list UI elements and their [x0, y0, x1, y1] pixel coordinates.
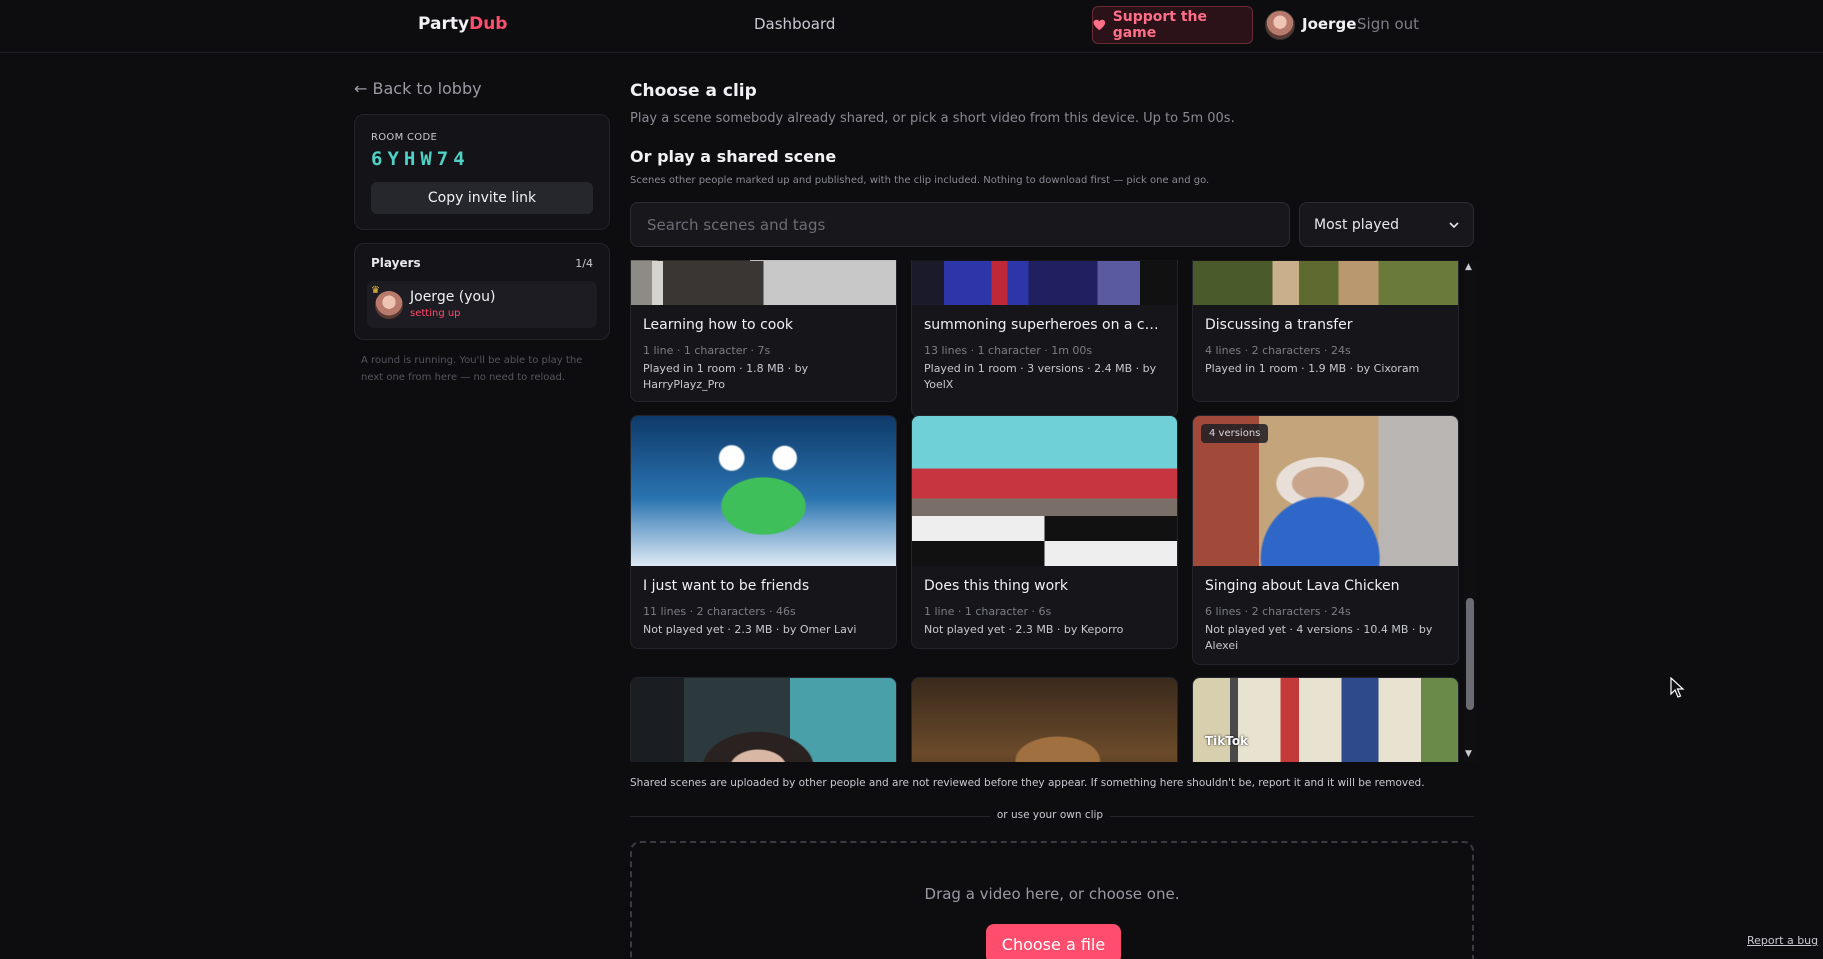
scene-title: Discussing a transfer — [1205, 317, 1353, 333]
scene-card[interactable]: Does this thing work 1 line · 1 characte… — [911, 415, 1178, 649]
scene-stats: Played in 1 room · 3 versions · 2.4 MB ·… — [924, 362, 1157, 391]
scene-card[interactable]: 4 versions Singing about Lava Chicken 6 … — [1192, 415, 1459, 665]
player-status: setting up — [410, 308, 461, 319]
player-row: ♛ Joerge (you) setting up — [367, 281, 597, 328]
sort-selected-value: Most played — [1314, 216, 1400, 233]
scroll-up-icon[interactable]: ▲ — [1465, 262, 1472, 272]
brand-name: Party — [418, 14, 470, 34]
shared-scenes-subtitle: Scenes other people marked up and publis… — [630, 175, 1210, 186]
scene-stats: Not played yet · 4 versions · 10.4 MB · … — [1205, 623, 1433, 652]
scene-title: Learning how to cook — [643, 317, 794, 333]
scene-card[interactable] — [630, 677, 897, 762]
scene-thumbnail — [912, 678, 1177, 762]
support-button[interactable]: Support the game — [1092, 6, 1253, 44]
scrollbar-thumb[interactable] — [1466, 598, 1474, 710]
scene-thumbnail — [631, 261, 896, 305]
brand-logo[interactable]: PartyDub — [418, 14, 507, 34]
scene-thumbnail — [631, 678, 896, 762]
scene-stats: Not played yet · 2.3 MB · by Omer Lavi — [643, 623, 857, 636]
dropzone-text: Drag a video here, or choose one. — [924, 885, 1180, 903]
back-to-lobby-link[interactable]: ← Back to lobby — [354, 79, 482, 98]
scene-meta: 1 line · 1 character · 6s — [924, 605, 1052, 618]
user-avatar[interactable] — [1265, 10, 1295, 40]
scene-meta: 6 lines · 2 characters · 24s — [1205, 605, 1351, 618]
scene-thumbnail — [912, 416, 1177, 566]
page-subtitle: Play a scene somebody already shared, or… — [630, 111, 1235, 126]
scene-stats: Not played yet · 2.3 MB · by Keporro — [924, 623, 1124, 636]
scene-stats: Played in 1 room · 1.9 MB · by Cixoram — [1205, 362, 1420, 375]
report-bug-link[interactable]: Report a bug — [1747, 934, 1818, 947]
scroll-down-icon[interactable]: ▼ — [1465, 749, 1472, 759]
chevron-down-icon — [1449, 221, 1459, 228]
brand-name-accent: Dub — [469, 14, 508, 34]
username: Joerge — [1302, 15, 1357, 33]
sign-out-link[interactable]: Sign out — [1357, 15, 1419, 33]
room-code-label: ROOM CODE — [371, 132, 438, 143]
scene-thumbnail — [631, 416, 896, 566]
scene-meta: 4 lines · 2 characters · 24s — [1205, 344, 1351, 357]
search-input[interactable] — [630, 202, 1290, 247]
round-note: A round is running. You'll be able to pl… — [361, 355, 583, 383]
tiktok-watermark: TikTok — [1205, 734, 1249, 748]
heart-icon — [1093, 19, 1106, 31]
scene-meta: 11 lines · 2 characters · 46s — [643, 605, 796, 618]
scene-thumbnail: 4 versions — [1193, 416, 1458, 566]
scene-thumbnail — [912, 261, 1177, 305]
room-card: ROOM CODE 6YHW74 Copy invite link — [354, 114, 610, 230]
nav-dashboard-link[interactable]: Dashboard — [754, 15, 835, 33]
page-title: Choose a clip — [630, 81, 757, 101]
shared-scenes-title: Or play a shared scene — [630, 147, 837, 166]
support-label: Support the game — [1112, 9, 1208, 41]
shared-disclaimer: Shared scenes are uploaded by other peop… — [630, 777, 1425, 789]
scene-card[interactable]: Learning how to cook 1 line · 1 characte… — [630, 260, 897, 402]
choose-file-button[interactable]: Choose a file — [986, 924, 1121, 959]
scene-stats: Played in 1 room · 1.8 MB · by HarryPlay… — [643, 362, 809, 391]
scene-title: Does this thing work — [924, 578, 1069, 594]
divider — [630, 816, 990, 817]
scene-title: Singing about Lava Chicken — [1205, 578, 1400, 594]
players-count: 1/4 — [575, 257, 593, 270]
scene-grid: Learning how to cook 1 line · 1 characte… — [630, 260, 1478, 762]
copy-invite-button[interactable]: Copy invite link — [371, 182, 593, 214]
versions-badge: 4 versions — [1201, 424, 1269, 443]
crown-icon: ♛ — [371, 285, 380, 296]
mouse-cursor-icon — [1670, 677, 1685, 698]
scene-thumbnail — [1193, 261, 1458, 305]
players-title: Players — [371, 256, 421, 270]
scene-title: I just want to be friends — [643, 578, 810, 594]
file-dropzone[interactable]: Drag a video here, or choose one. Choose… — [630, 841, 1474, 959]
scene-title: summoning superheroes on a comp... — [924, 317, 1166, 333]
scene-meta: 13 lines · 1 character · 1m 00s — [924, 344, 1093, 357]
scene-card[interactable]: TikTok — [1192, 677, 1459, 762]
players-card: Players 1/4 ♛ Joerge (you) setting up — [354, 243, 610, 340]
scene-thumbnail: TikTok — [1193, 678, 1458, 762]
scene-meta: 1 line · 1 character · 7s — [643, 344, 771, 357]
scene-card[interactable]: I just want to be friends 11 lines · 2 c… — [630, 415, 897, 649]
top-bar: PartyDub Dashboard Support the game Joer… — [0, 0, 1823, 53]
divider-label: or use your own clip — [996, 809, 1104, 821]
scene-card[interactable]: summoning superheroes on a comp... 13 li… — [911, 260, 1178, 417]
room-code: 6YHW74 — [371, 148, 470, 170]
scene-card[interactable]: Discussing a transfer 4 lines · 2 charac… — [1192, 260, 1459, 402]
scene-card[interactable] — [911, 677, 1178, 762]
sort-select[interactable]: Most played — [1299, 202, 1474, 247]
player-name: Joerge (you) — [410, 289, 496, 305]
divider — [1110, 816, 1474, 817]
